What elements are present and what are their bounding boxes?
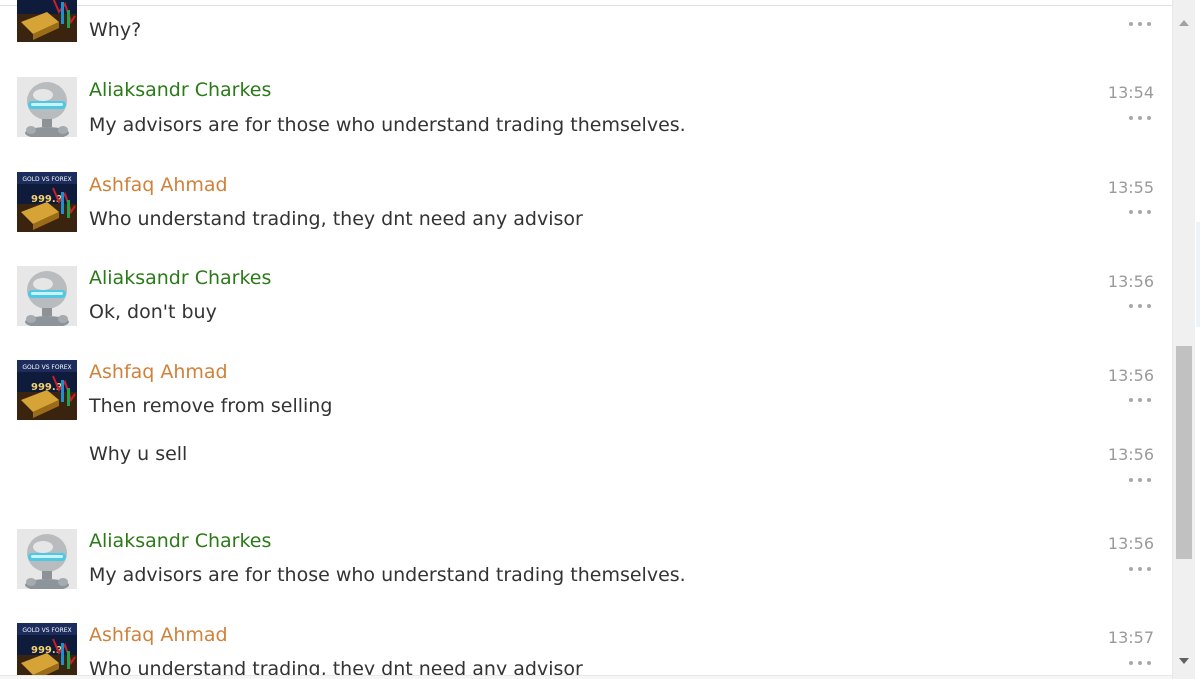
message-item: GOLD VS FOREX 999.9 Ashfaq Ahmad Who und… (0, 172, 1172, 252)
more-options-icon[interactable] (1127, 396, 1153, 404)
message-author[interactable]: Aliaksandr Charkes (89, 267, 271, 289)
message-text: Who understand trading, they dnt need an… (89, 208, 583, 230)
window-edge-mark (1196, 222, 1200, 327)
message-item: GOLD VS FOREX 999.9 Ashfaq Ahmad Then re… (0, 360, 1172, 440)
message-author[interactable]: Ashfaq Ahmad (89, 624, 228, 646)
message-text: My advisors are for those who understand… (89, 114, 686, 136)
message-time: 13:55 (1107, 178, 1154, 197)
message-time: 13:56 (1107, 445, 1154, 464)
message-item: Aliaksandr Charkes My advisors are for t… (0, 77, 1172, 157)
message-item: Aliaksandr Charkes Ok, don't buy 13:56 (0, 266, 1172, 346)
message-author[interactable]: Aliaksandr Charkes (89, 530, 271, 552)
message-text: Why? (89, 19, 142, 41)
more-options-icon[interactable] (1127, 208, 1153, 216)
scrollbar-thumb[interactable] (1176, 346, 1192, 559)
gold-vs-forex-avatar[interactable]: GOLD VS FOREX 999.9 (17, 623, 77, 675)
message-author[interactable]: Ashfaq Ahmad (89, 174, 228, 196)
message-text: Why u sell (89, 443, 188, 465)
message-time: 13:56 (1107, 272, 1154, 291)
message-time: 13:56 (1107, 534, 1154, 553)
vertical-scrollbar[interactable] (1172, 0, 1195, 679)
message-item: Aliaksandr Charkes My advisors are for t… (0, 529, 1172, 609)
message-item: Why? (0, 0, 1172, 62)
scroll-up-arrow-icon[interactable] (1179, 20, 1189, 26)
more-options-icon[interactable] (1127, 659, 1153, 667)
window-edge (1195, 0, 1200, 679)
robot-avatar[interactable] (17, 77, 77, 137)
more-options-icon[interactable] (1127, 20, 1153, 28)
more-options-icon[interactable] (1127, 302, 1153, 310)
message-author[interactable]: Ashfaq Ahmad (89, 361, 228, 383)
message-text: Ok, don't buy (89, 301, 217, 323)
gold-vs-forex-avatar[interactable] (17, 0, 77, 42)
message-text: Then remove from selling (89, 395, 333, 417)
chat-window: Why? Aliaksandr Charkes My advisors are … (0, 0, 1200, 679)
avatar-caption: GOLD VS FOREX (22, 364, 71, 371)
message-author[interactable]: Aliaksandr Charkes (89, 79, 271, 101)
more-options-icon[interactable] (1127, 114, 1153, 122)
message-time: 13:56 (1107, 366, 1154, 385)
message-text: My advisors are for those who understand… (89, 564, 686, 586)
more-options-icon[interactable] (1127, 476, 1153, 484)
scroll-down-arrow-icon[interactable] (1179, 658, 1189, 664)
robot-avatar[interactable] (17, 529, 77, 589)
message-time: 13:57 (1107, 628, 1154, 647)
avatar-caption: GOLD VS FOREX (22, 176, 71, 183)
message-item: GOLD VS FOREX 999.9 Ashfaq Ahmad Who und… (0, 623, 1172, 675)
gold-vs-forex-avatar[interactable]: GOLD VS FOREX 999.9 (17, 172, 77, 232)
message-list[interactable]: Why? Aliaksandr Charkes My advisors are … (0, 0, 1172, 675)
message-time: 13:54 (1107, 83, 1154, 102)
message-text: Who understand trading, they dnt need an… (89, 658, 583, 675)
gold-vs-forex-avatar[interactable]: GOLD VS FOREX 999.9 (17, 360, 77, 420)
message-item: Why u sell 13:56 (0, 440, 1172, 510)
more-options-icon[interactable] (1127, 565, 1153, 573)
robot-avatar[interactable] (17, 266, 77, 326)
avatar-caption: GOLD VS FOREX (22, 627, 71, 634)
